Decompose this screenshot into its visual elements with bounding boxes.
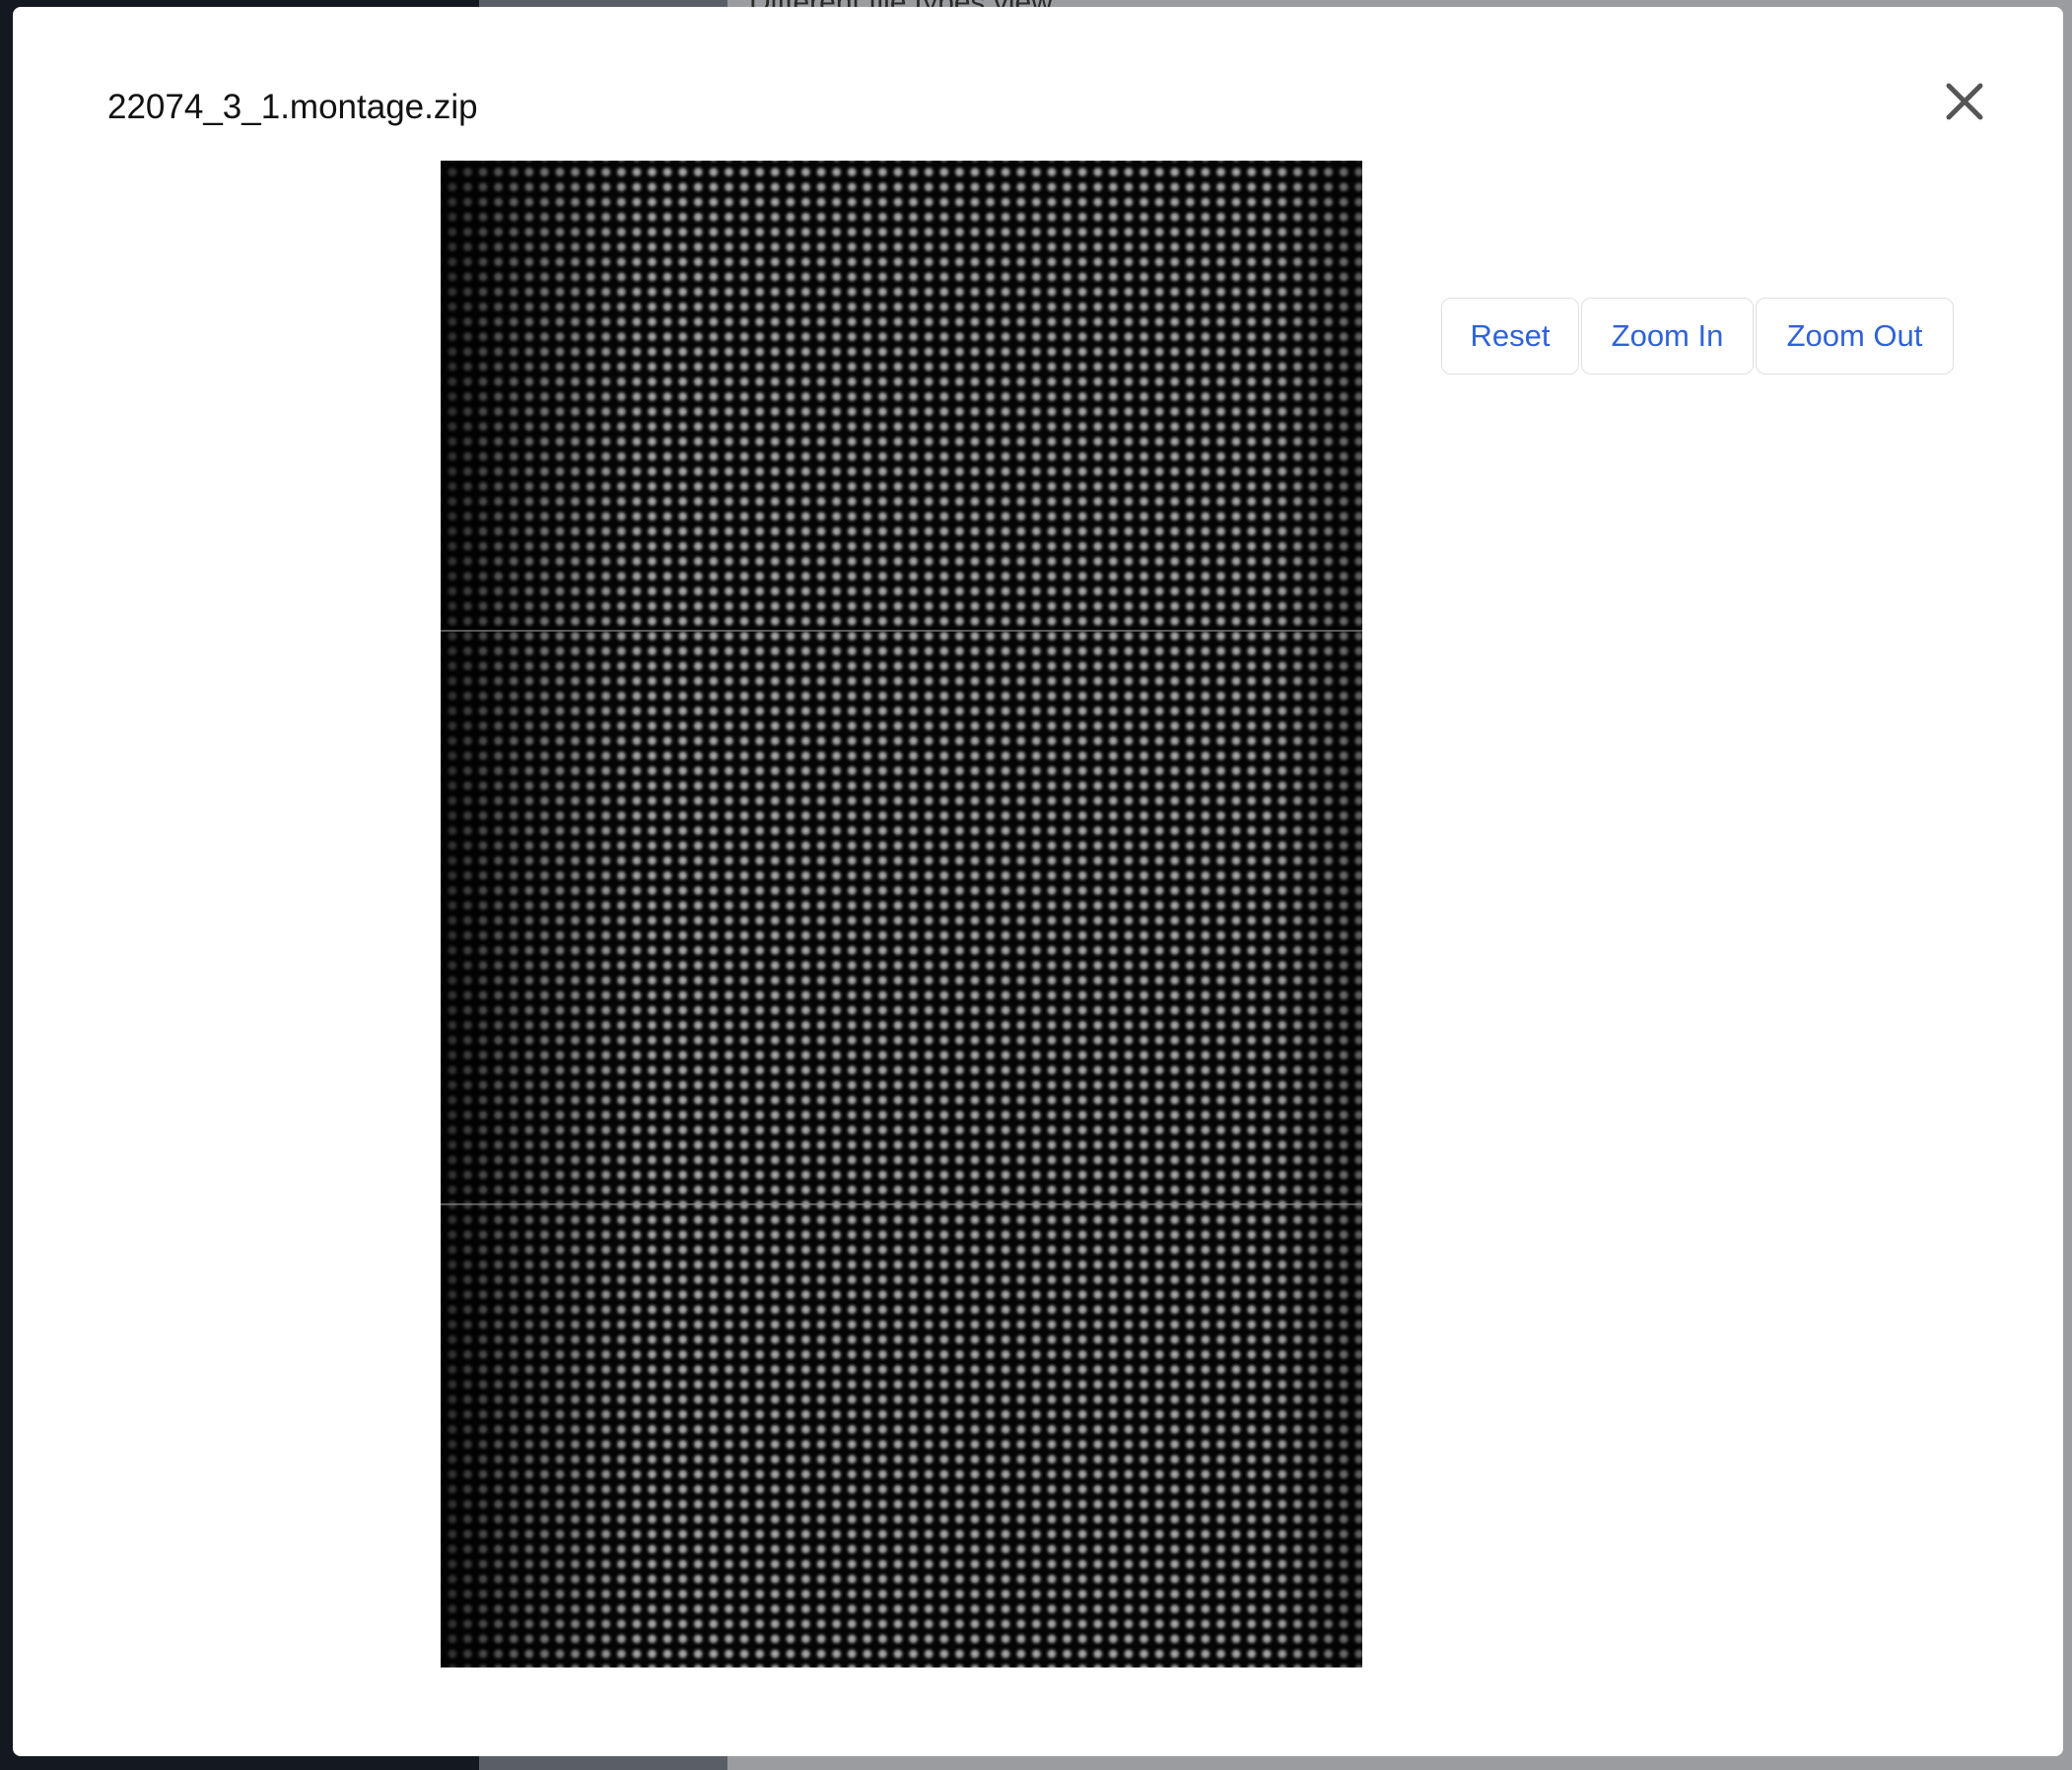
vignette: [441, 161, 1362, 1668]
montage-seam: [441, 630, 1362, 632]
montage-image[interactable]: [441, 161, 1362, 1668]
close-button[interactable]: [1939, 76, 1990, 127]
modal-title: 22074_3_1.montage.zip: [107, 88, 478, 126]
montage-seam: [441, 1203, 1362, 1205]
close-icon: [1946, 83, 1983, 120]
reset-button[interactable]: Reset: [1441, 298, 1579, 374]
zoom-in-button[interactable]: Zoom In: [1581, 298, 1754, 374]
image-preview-modal: 22074_3_1.montage.zip Reset Zoom In Zoom…: [13, 7, 2063, 1756]
zoom-out-button[interactable]: Zoom Out: [1756, 298, 1954, 374]
zoom-controls: Reset Zoom In Zoom Out: [1441, 298, 1954, 374]
